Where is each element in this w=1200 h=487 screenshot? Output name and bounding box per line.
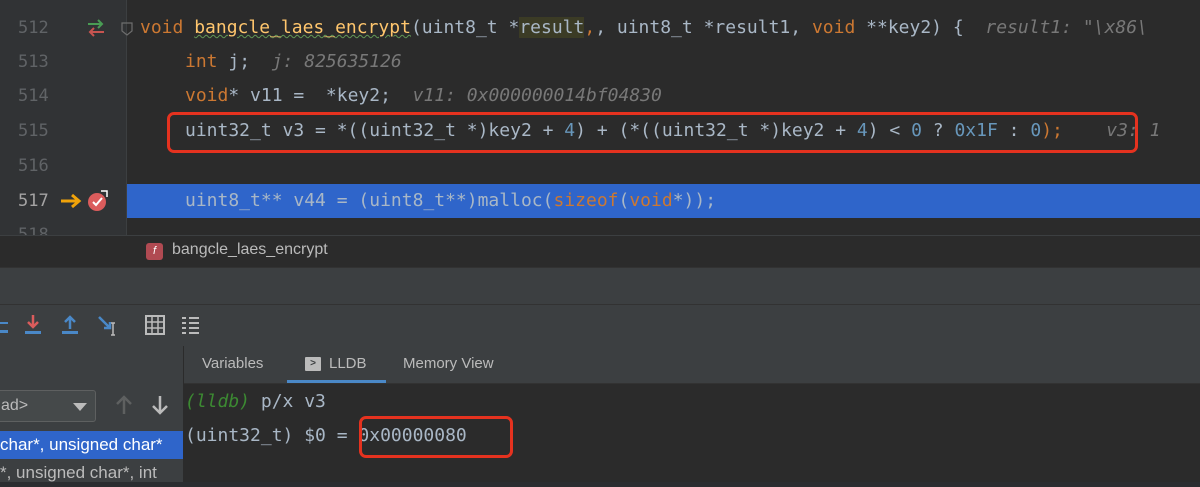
frame-item[interactable]: *, unsigned char*, int [0, 459, 183, 487]
breadcrumb[interactable]: f bangcle_laes_encrypt [0, 235, 1200, 268]
line-number: 515 [18, 121, 49, 141]
frame-item[interactable]: char*, unsigned char* [0, 431, 183, 459]
terminal-icon: > [305, 357, 321, 372]
run-to-cursor-icon[interactable] [96, 313, 120, 337]
lldb-command-line: (lldb) p/x v3 [185, 391, 326, 412]
code-text: void* v11 = *key2; v11: 0x000000014bf048… [185, 85, 662, 106]
code-line-517[interactable]: 517 uint8_t** v44 = (uint8_t**)malloc(si… [0, 184, 1200, 218]
step-over-icon[interactable] [0, 313, 12, 337]
inline-value-hint: result1: "\x86\ [985, 17, 1148, 38]
line-number: 516 [18, 156, 49, 176]
chevron-down-icon [73, 403, 87, 411]
line-number: 517 [18, 191, 49, 211]
line-number: 514 [18, 86, 49, 106]
breadcrumb-function[interactable]: bangcle_laes_encrypt [172, 241, 328, 259]
lldb-prompt: (lldb) [185, 391, 251, 412]
highlight-box-line-515 [167, 112, 1138, 153]
breakpoint-icon[interactable] [87, 190, 109, 212]
thread-select[interactable]: ad> [0, 390, 96, 422]
evaluate-expression-icon[interactable] [143, 313, 167, 337]
frames-panel: ad> char*, unsigned char* *, unsigned ch… [0, 346, 184, 482]
fold-marker-icon[interactable] [121, 22, 133, 36]
code-text: int j; j: 825635126 [185, 51, 402, 72]
highlight-box-result [359, 416, 513, 458]
code-line-518[interactable]: 518 [0, 218, 1200, 235]
thread-select-value: ad> [1, 397, 29, 414]
code-editor[interactable]: 512 void bangcle_laes_encrypt(uint8_t *r… [0, 0, 1200, 235]
code-text: void bangcle_laes_encrypt(uint8_t *resul… [140, 17, 1148, 38]
debug-toolbar [0, 304, 1200, 348]
debug-panel-header [0, 267, 1200, 305]
line-number: 513 [18, 52, 49, 72]
tab-variables[interactable]: Variables [202, 346, 263, 383]
tab-lldb[interactable]: > LLDB [287, 346, 386, 383]
inline-value-hint: v11: 0x000000014bf04830 [412, 85, 662, 106]
code-line-512[interactable]: 512 void bangcle_laes_encrypt(uint8_t *r… [0, 11, 1200, 45]
execution-point-arrow-icon [61, 193, 82, 209]
code-line-516[interactable]: 516 [0, 149, 1200, 183]
line-number: 518 [18, 225, 49, 235]
line-number: 512 [18, 18, 49, 38]
arrow-up-icon[interactable] [112, 392, 136, 418]
code-text: uint8_t** v44 = (uint8_t**)malloc(sizeof… [185, 190, 717, 211]
debug-tabs: Variables > LLDB Memory View [184, 346, 1200, 384]
inline-value-hint: j: 825635126 [271, 51, 402, 72]
trace-icon[interactable] [178, 313, 202, 337]
code-line-513[interactable]: 513 int j; j: 825635126 [0, 45, 1200, 79]
debug-console: Variables > LLDB Memory View (lldb) p/x v… [184, 346, 1200, 482]
step-into-icon[interactable] [21, 313, 45, 337]
tab-memory-view[interactable]: Memory View [403, 346, 494, 383]
step-into-arrows-icon[interactable] [86, 19, 106, 37]
step-out-icon[interactable] [58, 313, 82, 337]
function-icon: f [146, 243, 163, 260]
code-line-514[interactable]: 514 void* v11 = *key2; v11: 0x000000014b… [0, 79, 1200, 113]
arrow-down-icon[interactable] [148, 392, 172, 418]
